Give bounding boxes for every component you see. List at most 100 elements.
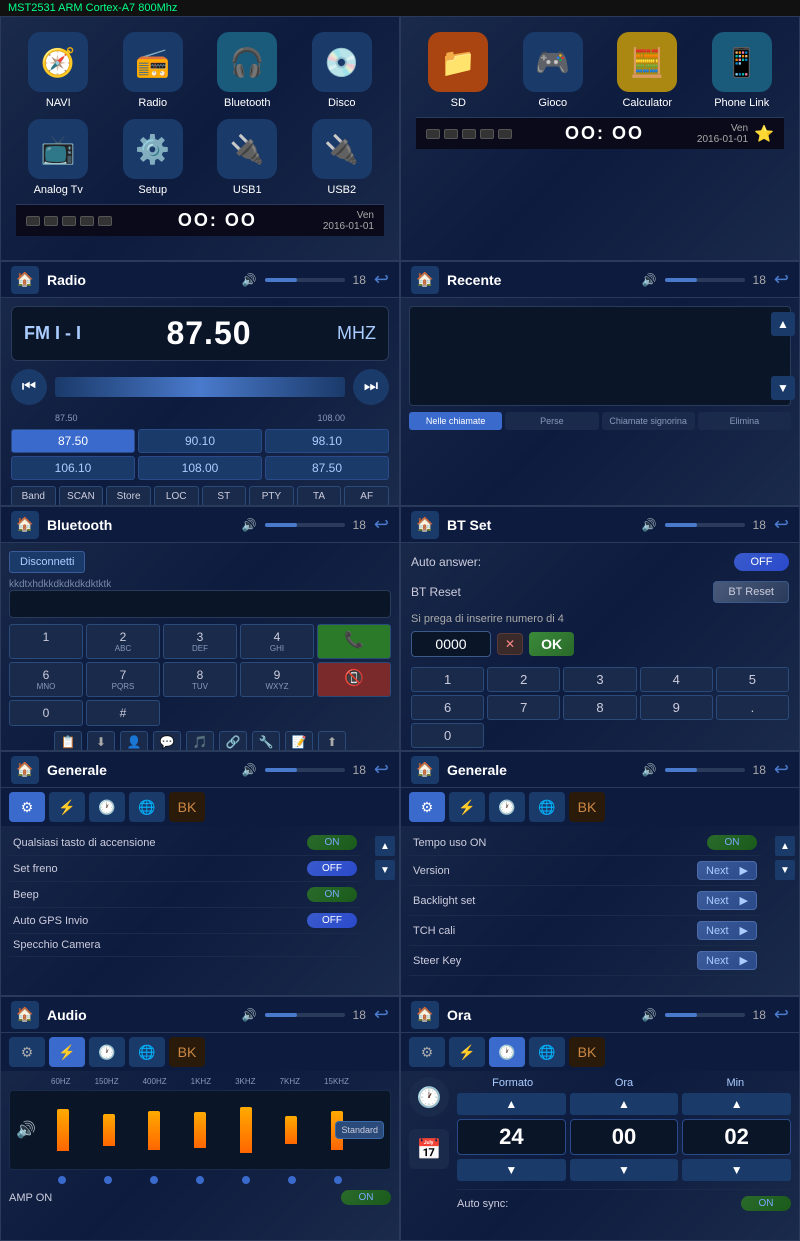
sd-icon-item[interactable]: 📁 SD xyxy=(416,32,501,109)
bt-vol-bar[interactable] xyxy=(265,523,345,527)
bt-key-4[interactable]: 4GHI xyxy=(240,624,314,659)
gen2-tab-bk[interactable]: BK xyxy=(569,792,605,822)
band-btn[interactable]: Band xyxy=(11,486,56,506)
bt-icon-4[interactable]: 💬 xyxy=(153,731,181,751)
radio-icon-item[interactable]: 📻 Radio xyxy=(111,32,196,109)
af-btn[interactable]: AF xyxy=(344,486,389,506)
analogtv-icon-item[interactable]: 📺 Analog Tv xyxy=(16,119,101,196)
auto-answer-toggle[interactable]: OFF xyxy=(734,553,789,571)
amp-toggle[interactable]: ON xyxy=(341,1190,391,1205)
bt-reset-btn[interactable]: BT Reset xyxy=(713,581,789,603)
preset-0[interactable]: 87.50 xyxy=(11,429,135,453)
loc-btn[interactable]: LOC xyxy=(154,486,199,506)
min-up-btn[interactable]: ▲ xyxy=(682,1093,791,1115)
gen1-tab-eq[interactable]: ⚡ xyxy=(49,792,85,822)
gen1-tab-gear[interactable]: ⚙ xyxy=(9,792,45,822)
btset-key-0[interactable]: 0 xyxy=(411,723,484,748)
radio-next-btn[interactable]: ⏭ xyxy=(353,369,389,405)
bt-icon-8[interactable]: 📝 xyxy=(285,731,313,751)
gioco-icon-item[interactable]: 🎮 Gioco xyxy=(511,32,596,109)
bt-key-0[interactable]: 0 xyxy=(9,700,83,726)
ora-back-btn[interactable]: ↩ xyxy=(774,1004,789,1025)
recente-scroll-down[interactable]: ▼ xyxy=(771,376,795,400)
calculator-icon-item[interactable]: 🧮 Calculator xyxy=(605,32,690,109)
setup-icon-item[interactable]: ⚙️ Setup xyxy=(111,119,196,196)
gen1-toggle-2[interactable]: ON xyxy=(307,887,357,902)
gen2-tab-eq[interactable]: ⚡ xyxy=(449,792,485,822)
bt-icon-9[interactable]: ⬆ xyxy=(318,731,346,751)
gen2-next-2[interactable]: Next▶ xyxy=(697,891,757,910)
audio-tab-globe[interactable]: 🌐 xyxy=(129,1037,165,1067)
gen1-scroll-up[interactable]: ▲ xyxy=(375,836,395,856)
recente-vol-bar[interactable] xyxy=(665,278,745,282)
ora-up-btn[interactable]: ▲ xyxy=(570,1093,679,1115)
ora-tab-bk[interactable]: BK xyxy=(569,1037,605,1067)
ora-calendar-icon[interactable]: 📅 xyxy=(409,1129,449,1169)
disco-icon-item[interactable]: 💿 Disco xyxy=(300,32,385,109)
radio-back-btn[interactable]: ↩ xyxy=(374,269,389,290)
preset-3[interactable]: 106.10 xyxy=(11,456,135,480)
tab-nelle-chiamate[interactable]: Nelle chiamate xyxy=(409,412,502,430)
gen1-vol-bar[interactable] xyxy=(265,768,345,772)
btset-key-2[interactable]: 2 xyxy=(487,667,560,692)
btset-key-7[interactable]: 7 xyxy=(487,695,560,720)
phonelink-icon-item[interactable]: 📱 Phone Link xyxy=(700,32,785,109)
bt-input-row[interactable] xyxy=(9,590,391,618)
eq-bar-4[interactable] xyxy=(240,1091,252,1169)
preset-5[interactable]: 87.50 xyxy=(265,456,389,480)
audio-vol-bar[interactable] xyxy=(265,1013,345,1017)
preset-1[interactable]: 90.10 xyxy=(138,429,262,453)
gen2-next-3[interactable]: Next▶ xyxy=(697,921,757,940)
gen2-vol-bar[interactable] xyxy=(665,768,745,772)
bt-icon-5[interactable]: 🎵 xyxy=(186,731,214,751)
btset-key-4[interactable]: 4 xyxy=(640,667,713,692)
gen2-home-btn[interactable]: 🏠 xyxy=(411,756,439,784)
bt-key-hash[interactable]: # xyxy=(86,700,160,726)
bt-call-btn[interactable]: 📞 xyxy=(317,624,391,659)
bt-key-1[interactable]: 1 xyxy=(9,624,83,659)
btset-key-1[interactable]: 1 xyxy=(411,667,484,692)
gen2-back-btn[interactable]: ↩ xyxy=(774,759,789,780)
bt-key-6[interactable]: 6MNO xyxy=(9,662,83,697)
btset-key-3[interactable]: 3 xyxy=(563,667,636,692)
eq-bar-0[interactable] xyxy=(57,1091,69,1169)
radio-freq-slider[interactable] xyxy=(55,377,345,397)
preset-4[interactable]: 108.00 xyxy=(138,456,262,480)
auto-sync-toggle[interactable]: ON xyxy=(741,1196,791,1211)
gen2-scroll-down[interactable]: ▼ xyxy=(775,860,795,880)
ora-tab-clock[interactable]: 🕐 xyxy=(489,1037,525,1067)
gen2-tab-clock[interactable]: 🕐 xyxy=(489,792,525,822)
ora-down-btn[interactable]: ▼ xyxy=(570,1159,679,1181)
min-down-btn[interactable]: ▼ xyxy=(682,1159,791,1181)
recente-back-btn[interactable]: ↩ xyxy=(774,269,789,290)
scan-btn[interactable]: SCAN xyxy=(59,486,104,506)
preset-2[interactable]: 98.10 xyxy=(265,429,389,453)
formato-up-btn[interactable]: ▲ xyxy=(457,1093,566,1115)
btset-vol-bar[interactable] xyxy=(665,523,745,527)
btset-key-8[interactable]: 8 xyxy=(563,695,636,720)
gen1-tab-globe[interactable]: 🌐 xyxy=(129,792,165,822)
audio-home-btn[interactable]: 🏠 xyxy=(11,1001,39,1029)
ora-tab-gear[interactable]: ⚙ xyxy=(409,1037,445,1067)
gen1-tab-bk[interactable]: BK xyxy=(169,792,205,822)
bt-key-7[interactable]: 7PQRS xyxy=(86,662,160,697)
btset-home-btn[interactable]: 🏠 xyxy=(411,511,439,539)
gen2-next-4[interactable]: Next▶ xyxy=(697,951,757,970)
ora-clock-icon[interactable]: 🕐 xyxy=(409,1077,449,1117)
usb1-icon-item[interactable]: 🔌 USB1 xyxy=(205,119,290,196)
eq-preset[interactable]: Standard xyxy=(335,1121,384,1139)
bluetooth-icon-item[interactable]: 🎧 Bluetooth xyxy=(205,32,290,109)
ora-tab-globe[interactable]: 🌐 xyxy=(529,1037,565,1067)
bt-icon-2[interactable]: ⬇ xyxy=(87,731,115,751)
ok-btn[interactable]: OK xyxy=(529,632,574,656)
bt-back-btn[interactable]: ↩ xyxy=(374,514,389,535)
formato-down-btn[interactable]: ▼ xyxy=(457,1159,566,1181)
gen1-back-btn[interactable]: ↩ xyxy=(374,759,389,780)
ta-btn[interactable]: TA xyxy=(297,486,342,506)
btset-key-dot[interactable]: . xyxy=(716,695,789,720)
bt-key-2[interactable]: 2ABC xyxy=(86,624,160,659)
pin-clear-btn[interactable]: ✕ xyxy=(497,633,523,655)
navi-icon-item[interactable]: 🧭 NAVI xyxy=(16,32,101,109)
bt-home-btn[interactable]: 🏠 xyxy=(11,511,39,539)
gen1-scroll-down[interactable]: ▼ xyxy=(375,860,395,880)
